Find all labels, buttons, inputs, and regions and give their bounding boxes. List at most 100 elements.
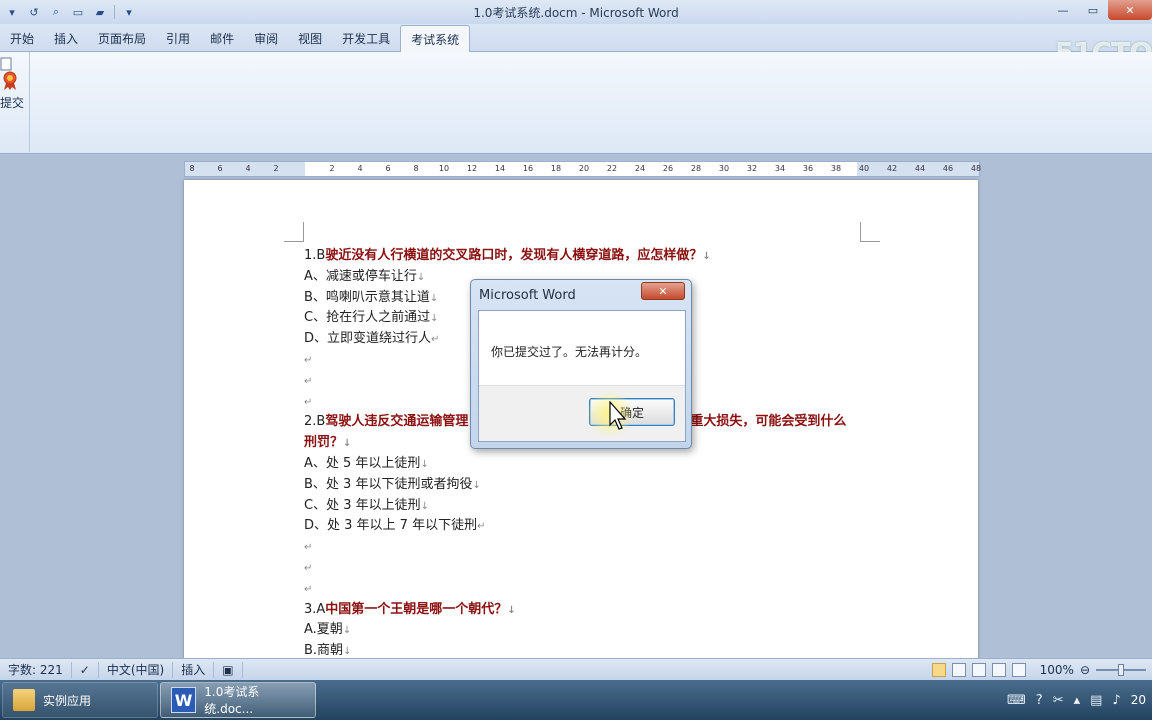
document-line[interactable]: ↵ — [304, 537, 864, 558]
ruler-tick-label: 6 — [217, 164, 223, 173]
question-answer-key: 2.B — [304, 414, 326, 430]
paragraph-mark-icon: ↓ — [472, 479, 481, 491]
taskbar-item-label: 1.0考试系统.doc... — [204, 685, 260, 716]
taskbar-item-word[interactable]: W 1.0考试系统.doc... — [160, 682, 316, 718]
dialog-message: 你已提交过了。无法再计分。 — [491, 345, 648, 359]
language-indicator[interactable]: 中文(中国) — [99, 661, 174, 678]
ruler-tick-label: 34 — [774, 164, 786, 173]
ruler-tick-label: 22 — [606, 164, 618, 173]
document-line[interactable]: ↵ — [304, 579, 864, 600]
print-layout-view-icon[interactable] — [931, 663, 946, 677]
ruler-tick-label: 8 — [413, 164, 419, 173]
dialog-close-icon[interactable]: ✕ — [641, 282, 685, 300]
taskbar-item-label: 实例应用 — [43, 693, 92, 708]
dropdown-icon[interactable]: ▾ — [4, 4, 20, 20]
question-text: 驾驶人违反交通运输管理 — [325, 414, 469, 430]
ruler-tick-label: 40 — [858, 164, 870, 173]
tab-6[interactable]: 视图 — [288, 25, 332, 51]
zoom-level[interactable]: 100% — [1040, 663, 1074, 677]
undo-icon[interactable]: ↺ — [26, 4, 42, 20]
submit-group[interactable]: 提交 — [0, 52, 30, 152]
outline-view-icon[interactable] — [991, 663, 1006, 677]
document-line[interactable]: 1.B驶近没有人行横道的交叉路口时，发现有人横穿道路，应怎样做？↓ — [304, 246, 864, 267]
close-icon[interactable]: ✕ — [1108, 0, 1152, 20]
insert-mode[interactable]: 插入 — [173, 661, 215, 678]
word-icon: W — [171, 687, 197, 713]
ruler-tick-label: 12 — [466, 164, 478, 173]
margin-corner-top-left — [284, 222, 304, 242]
tab-3[interactable]: 引用 — [156, 25, 200, 51]
qat-separator — [114, 5, 115, 19]
zoom-slider[interactable] — [1096, 664, 1146, 676]
submit-button-label[interactable]: 提交 — [0, 94, 24, 111]
ruler-tick-label: 20 — [578, 164, 590, 173]
horizontal-ruler[interactable]: 8 6 4 2 2 4 6 8 10 12 14 16 18 20 22 24 26 28 30 32 34 36 38 40… — [184, 161, 981, 177]
folder-icon — [13, 689, 35, 711]
network-icon[interactable]: ▤ — [1090, 693, 1102, 708]
title-bar: ▾ ↺ ⌕ ▭ ▰ ▾ 1.0考试系统.docm - Microsoft Wor… — [0, 0, 1152, 24]
clock[interactable]: 20 — [1131, 693, 1146, 707]
keyboard-icon[interactable]: ⌨ — [1007, 693, 1026, 708]
window-controls: — ▭ ✕ — [1048, 0, 1152, 20]
ruler-tick-label: 10 — [438, 164, 450, 173]
tray-expand-icon[interactable]: ▴ — [1074, 693, 1081, 708]
paragraph-mark-icon: ↓ — [429, 292, 439, 304]
tab-5[interactable]: 审阅 — [244, 25, 288, 51]
ruler-tick-label: 2 — [329, 164, 335, 173]
option-text: B.商朝 — [304, 643, 344, 659]
document-line[interactable]: D、处 3 年以上 7 年以下徒刑↵ — [304, 516, 864, 537]
document-line[interactable]: C、处 3 年以上徒刑↓ — [304, 496, 864, 517]
ruler-tick-label: 4 — [245, 164, 251, 173]
tools-icon[interactable]: ✂ — [1053, 693, 1064, 708]
paragraph-mark-icon: ↓ — [702, 251, 711, 262]
ruler-tick-label: 36 — [802, 164, 814, 173]
option-text: C、抢在行人之前通过 — [304, 310, 431, 326]
ribbon-tabs: 开始 插入 页面布局 引用 邮件 审阅 视图 开发工具 考试系统 — [0, 24, 1152, 52]
document-line[interactable]: A.夏朝↓ — [304, 620, 864, 641]
print-preview-icon[interactable]: ⌕ — [48, 4, 64, 20]
maximize-icon[interactable]: ▭ — [1078, 0, 1108, 20]
ruler-tick-label: 30 — [718, 164, 730, 173]
tab-2[interactable]: 页面布局 — [88, 25, 156, 51]
option-text: D、立即变道绕过行人 — [304, 331, 432, 347]
option-text: B、鸣喇叭示意其让道 — [304, 289, 430, 305]
ribbon-body: 提交 — [0, 52, 1152, 154]
help-icon[interactable]: ? — [1036, 693, 1043, 708]
new-document-icon[interactable]: ▭ — [70, 4, 86, 20]
macro-record-icon[interactable]: ▣ — [214, 661, 243, 678]
tab-8[interactable]: 考试系统 — [400, 25, 471, 52]
question-text-continued: 重大损失，可能会受到什么 — [690, 414, 847, 430]
paragraph-mark-icon: ↓ — [343, 438, 352, 450]
question-text: 驶近没有人行横道的交叉路口时，发现有人横穿道路，应怎样做？ — [325, 248, 703, 263]
document-line[interactable]: ↵ — [304, 558, 864, 579]
option-text: A、处 5 年以上徒刑 — [304, 455, 421, 471]
minimize-icon[interactable]: — — [1048, 0, 1078, 20]
zoom-out-icon[interactable]: ⊖ — [1080, 663, 1090, 677]
proofing-icon[interactable]: ✓ — [72, 661, 99, 678]
paragraph-mark-icon: ↓ — [507, 604, 516, 616]
tab-0[interactable]: 开始 — [0, 25, 44, 51]
paragraph-mark-icon: ↵ — [304, 562, 313, 574]
customize-qat-icon[interactable]: ▾ — [121, 4, 137, 20]
word-count[interactable]: 字数: 221 — [0, 661, 72, 678]
paragraph-mark-icon: ↓ — [343, 646, 352, 658]
document-line[interactable]: B、处 3 年以下徒刑或者拘役↓ — [304, 475, 864, 496]
paragraph-mark-icon: ↵ — [304, 396, 313, 408]
taskbar: 实例应用 W 1.0考试系统.doc... ⌨ ? ✂ ▴ ▤ ♪ 20 — [0, 680, 1152, 720]
open-folder-icon[interactable]: ▰ — [92, 4, 108, 20]
draft-view-icon[interactable] — [1011, 663, 1026, 677]
web-layout-icon[interactable] — [971, 663, 986, 677]
zoom-slider-knob[interactable] — [1118, 664, 1124, 676]
tab-7[interactable]: 开发工具 — [332, 25, 400, 51]
document-line[interactable]: 3.A中国第一个王朝是哪一个朝代？↓ — [304, 600, 864, 621]
tab-1[interactable]: 插入 — [44, 25, 88, 51]
ok-button[interactable]: 确定 — [589, 398, 675, 426]
margin-corner-top-right — [860, 222, 880, 242]
document-line[interactable]: A、处 5 年以上徒刑↓ — [304, 454, 864, 475]
option-text: D、处 3 年以上 7 年以下徒刑 — [304, 518, 478, 534]
taskbar-item-folder[interactable]: 实例应用 — [2, 682, 158, 718]
tab-4[interactable]: 邮件 — [200, 25, 244, 51]
full-screen-reading-icon[interactable] — [951, 663, 966, 677]
volume-icon[interactable]: ♪ — [1112, 693, 1120, 708]
ruler-tick-label: 8 — [189, 164, 195, 173]
